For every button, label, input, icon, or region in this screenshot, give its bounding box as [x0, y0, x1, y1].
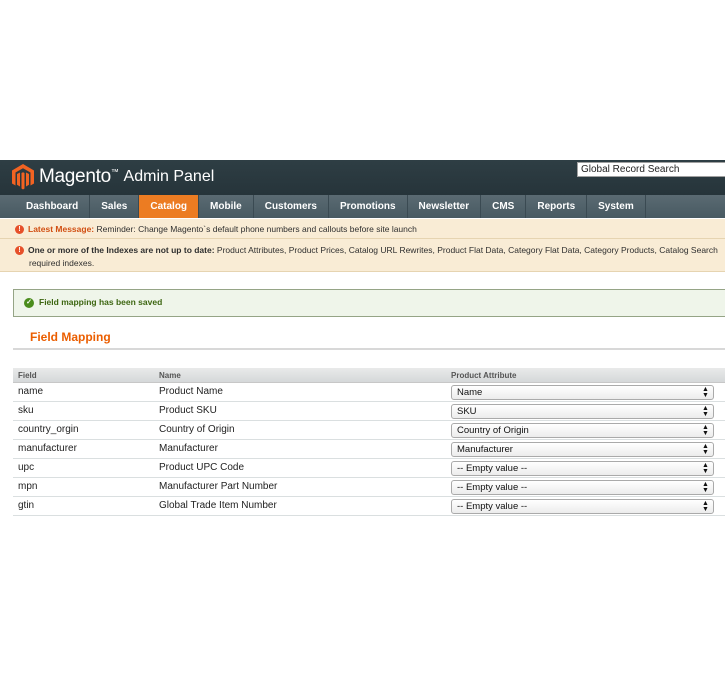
nav-item-cms[interactable]: CMS — [481, 195, 527, 218]
magento-logo-icon — [12, 164, 34, 190]
name-cell: Product SKU — [159, 405, 217, 416]
select-arrows-icon: ▲ ▼ — [702, 462, 709, 475]
nav-item-sales[interactable]: Sales — [90, 195, 140, 218]
nav-item-catalog[interactable]: Catalog — [139, 195, 200, 218]
latest-message-title: Latest Message: — [28, 224, 95, 234]
field-cell: sku — [18, 405, 34, 416]
name-cell: Country of Origin — [159, 424, 235, 435]
attribute-select-value: Name — [457, 387, 483, 398]
admin-header: Magento™ Admin Panel — [0, 160, 725, 195]
attribute-select[interactable]: -- Empty value -- ▲ ▼ — [451, 461, 714, 476]
attribute-cell: -- Empty value -- ▲ ▼ — [446, 478, 725, 496]
nav-item-newsletter[interactable]: Newsletter — [408, 195, 482, 218]
name-cell: Manufacturer Part Number — [159, 481, 278, 492]
page-title: Field Mapping — [30, 330, 111, 344]
select-arrows-icon: ▲ ▼ — [702, 481, 709, 494]
nav-item-customers[interactable]: Customers — [254, 195, 329, 218]
nav-item-system[interactable]: System — [587, 195, 646, 218]
latest-message: ! Latest Message: Reminder: Change Magent… — [0, 219, 725, 239]
field-cell: upc — [18, 462, 35, 473]
name-cell: Product UPC Code — [159, 462, 245, 473]
nav-item-dashboard[interactable]: Dashboard — [15, 195, 91, 218]
field-mapping-grid: Field Name Product Attribute name Product… — [13, 368, 725, 516]
select-arrows-icon: ▲ ▼ — [702, 424, 709, 437]
column-header-field[interactable]: Field — [13, 368, 154, 382]
magento-logo[interactable]: Magento™ Admin Panel — [12, 164, 214, 190]
table-row: name Product Name Name ▲ ▼ — [13, 383, 725, 402]
table-row: sku Product SKU SKU ▲ ▼ — [13, 402, 725, 421]
select-arrows-icon: ▲ ▼ — [702, 500, 709, 513]
field-cell: name — [18, 386, 44, 397]
name-cell: Manufacturer — [159, 443, 218, 454]
column-header-product-attribute[interactable]: Product Attribute — [446, 368, 725, 382]
column-header-name[interactable]: Name — [154, 368, 446, 382]
nav-item-mobile[interactable]: Mobile — [199, 195, 254, 218]
attribute-select-value: Manufacturer — [457, 444, 513, 455]
attribute-select-value: -- Empty value -- — [457, 463, 528, 474]
grid-header: Field Name Product Attribute — [13, 368, 725, 383]
attribute-select[interactable]: -- Empty value -- ▲ ▼ — [451, 480, 714, 495]
attribute-cell: Country of Origin ▲ ▼ — [446, 421, 725, 439]
warning-icon: ! — [15, 225, 24, 235]
table-row: manufacturer Manufacturer Manufacturer ▲ ▼ — [13, 440, 725, 459]
attribute-select-value: SKU — [457, 406, 477, 417]
nav-item-reports[interactable]: Reports — [526, 195, 588, 218]
attribute-select-value: -- Empty value -- — [457, 482, 528, 493]
success-message-text: Field mapping has been saved — [39, 297, 163, 307]
field-cell: country_orgin — [18, 424, 79, 435]
name-cell: Product Name — [159, 386, 223, 397]
table-row: upc Product UPC Code -- Empty value -- ▲ ▼ — [13, 459, 725, 478]
global-record-search[interactable] — [577, 162, 725, 177]
attribute-cell: -- Empty value -- ▲ ▼ — [446, 497, 725, 515]
attribute-cell: Manufacturer ▲ ▼ — [446, 440, 725, 458]
check-icon: ✓ — [24, 297, 34, 308]
index-message: ! One or more of the Indexes are not up t… — [0, 239, 725, 272]
table-row: mpn Manufacturer Part Number -- Empty valu… — [13, 478, 725, 497]
attribute-select-value: Country of Origin — [457, 425, 529, 436]
attribute-select[interactable]: Manufacturer ▲ ▼ — [451, 442, 714, 457]
attribute-select[interactable]: Name ▲ ▼ — [451, 385, 714, 400]
attribute-select[interactable]: Country of Origin ▲ ▼ — [451, 423, 714, 438]
select-arrows-icon: ▲ ▼ — [702, 386, 709, 399]
field-cell: mpn — [18, 481, 38, 492]
table-row: gtin Global Trade Item Number -- Empty val… — [13, 497, 725, 516]
logo-text: Magento™ — [39, 166, 119, 187]
select-arrows-icon: ▲ ▼ — [702, 405, 709, 418]
table-row: country_orgin Country of Origin Country of… — [13, 421, 725, 440]
select-arrows-icon: ▲ ▼ — [702, 443, 709, 456]
attribute-select-value: -- Empty value -- — [457, 501, 528, 512]
latest-message-text: Reminder: Change Magento`s default phone… — [94, 224, 417, 234]
index-message-title: One or more of the Indexes are not up to… — [28, 245, 215, 255]
index-message-text: Product Attributes, Product Prices, Cata… — [214, 245, 718, 255]
attribute-cell: Name ▲ ▼ — [446, 383, 725, 401]
title-divider — [13, 348, 725, 350]
index-message-text-2: required indexes. — [29, 258, 95, 268]
nav-item-promotions[interactable]: Promotions — [329, 195, 408, 218]
logo-subtitle: Admin Panel — [123, 168, 215, 185]
field-cell: manufacturer — [18, 443, 77, 454]
name-cell: Global Trade Item Number — [159, 500, 277, 511]
success-message: ✓ Field mapping has been saved — [13, 289, 725, 317]
field-cell: gtin — [18, 500, 35, 511]
attribute-select[interactable]: -- Empty value -- ▲ ▼ — [451, 499, 714, 514]
main-nav: Dashboard Sales Catalog Mobile Customers Prom… — [0, 195, 725, 218]
attribute-cell: SKU ▲ ▼ — [446, 402, 725, 420]
attribute-cell: -- Empty value -- ▲ ▼ — [446, 459, 725, 477]
attribute-select[interactable]: SKU ▲ ▼ — [451, 404, 714, 419]
warning-icon: ! — [15, 246, 24, 256]
